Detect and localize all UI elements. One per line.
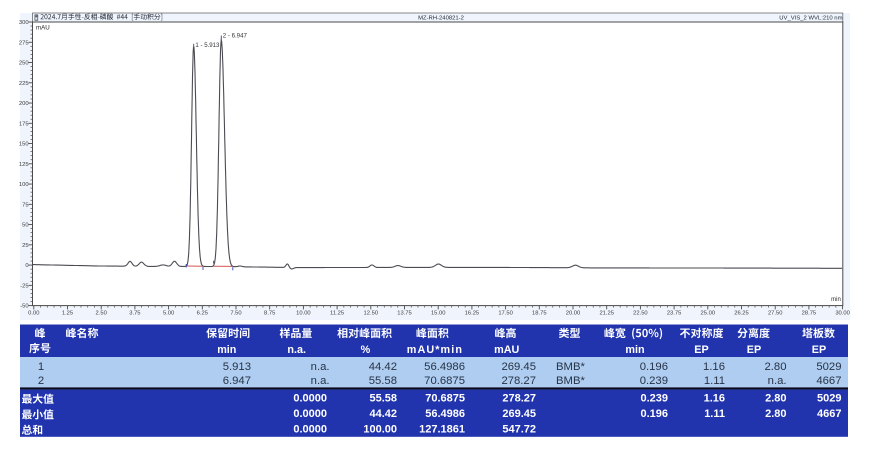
svg-text:1.11: 1.11 [704, 375, 725, 387]
svg-text:26.25: 26.25 [734, 310, 749, 316]
svg-text:22.50: 22.50 [633, 310, 648, 316]
svg-text:70.6875: 70.6875 [424, 375, 465, 387]
svg-text:mAU*min: mAU*min [407, 344, 463, 356]
svg-text:28.75: 28.75 [802, 310, 817, 316]
svg-text:n.a.: n.a. [287, 344, 306, 356]
svg-text:8.75: 8.75 [264, 310, 275, 316]
svg-text:11.25: 11.25 [330, 310, 344, 316]
svg-text:5.913: 5.913 [223, 361, 251, 373]
svg-text:175: 175 [19, 121, 29, 127]
svg-text:15.00: 15.00 [431, 310, 446, 316]
svg-text:1: 1 [38, 361, 44, 373]
svg-text:-50: -50 [20, 304, 28, 310]
svg-text:100: 100 [19, 182, 29, 188]
svg-text:278.27: 278.27 [502, 393, 536, 405]
svg-text:269.45: 269.45 [501, 361, 536, 373]
svg-text:n.a.: n.a. [768, 375, 787, 387]
svg-text:1.25: 1.25 [62, 310, 73, 316]
svg-text:0.0000: 0.0000 [293, 393, 327, 405]
svg-text:2 - 6.947: 2 - 6.947 [223, 33, 248, 40]
svg-text:1.16: 1.16 [703, 361, 725, 373]
svg-text:278.27: 278.27 [501, 375, 536, 387]
svg-text:275: 275 [19, 40, 29, 46]
svg-text:44.42: 44.42 [369, 408, 397, 420]
svg-text:0.239: 0.239 [640, 393, 668, 405]
svg-text:EP: EP [747, 344, 761, 356]
svg-text:1.16: 1.16 [704, 393, 725, 405]
svg-text:300: 300 [19, 20, 29, 26]
svg-text:25: 25 [22, 243, 28, 249]
svg-text:17.50: 17.50 [498, 310, 513, 316]
svg-text:2: 2 [38, 375, 44, 387]
svg-text:0.0000: 0.0000 [293, 424, 327, 436]
svg-text:3.75: 3.75 [129, 310, 140, 316]
svg-text:30.00: 30.00 [835, 310, 850, 316]
svg-text:16.25: 16.25 [465, 310, 480, 316]
svg-text:18.75: 18.75 [532, 310, 547, 316]
svg-text:n.a.: n.a. [311, 375, 330, 387]
svg-text:25.00: 25.00 [701, 310, 716, 316]
svg-text:MZ-RH-240821-2: MZ-RH-240821-2 [418, 15, 464, 21]
svg-text:%: % [361, 344, 371, 356]
svg-text:2.80: 2.80 [765, 408, 786, 420]
svg-text:mAU: mAU [494, 344, 519, 356]
svg-text:BMB*: BMB* [556, 375, 585, 387]
svg-text:UV_VIS_2 WVL:210 nm: UV_VIS_2 WVL:210 nm [779, 15, 842, 21]
svg-text:250: 250 [19, 61, 29, 67]
svg-text:0.00: 0.00 [28, 310, 39, 316]
svg-text:5.00: 5.00 [163, 310, 174, 316]
svg-text:44.42: 44.42 [369, 361, 397, 373]
svg-text:12.50: 12.50 [364, 310, 379, 316]
svg-text:1 - 5.913: 1 - 5.913 [195, 42, 220, 49]
svg-text:min: min [831, 297, 841, 303]
svg-text:50: 50 [22, 223, 28, 229]
svg-text:min: min [625, 344, 644, 356]
svg-text:n.a.: n.a. [311, 361, 330, 373]
svg-text:5029: 5029 [816, 361, 841, 373]
svg-text:mAU: mAU [36, 25, 50, 32]
svg-text:150: 150 [19, 142, 29, 148]
svg-text:56.4986: 56.4986 [425, 408, 465, 420]
svg-text:min: min [217, 344, 236, 356]
svg-text:BMB*: BMB* [556, 361, 585, 373]
svg-text:4667: 4667 [816, 375, 841, 387]
svg-text:6.947: 6.947 [223, 375, 251, 387]
svg-text:EP: EP [812, 344, 826, 356]
svg-text:10.00: 10.00 [296, 310, 311, 316]
svg-text:269.45: 269.45 [502, 408, 536, 420]
svg-text:2.80: 2.80 [765, 393, 786, 405]
svg-text:100.00: 100.00 [363, 424, 397, 436]
svg-text:21.25: 21.25 [599, 310, 614, 316]
svg-text:2.80: 2.80 [765, 361, 787, 373]
svg-text:20.00: 20.00 [566, 310, 581, 316]
svg-text:0.196: 0.196 [640, 408, 668, 420]
svg-text:0.196: 0.196 [640, 361, 668, 373]
svg-text:75: 75 [22, 202, 28, 208]
svg-text:5029: 5029 [817, 393, 841, 405]
svg-text:23.75: 23.75 [667, 310, 682, 316]
svg-text:-25: -25 [20, 283, 28, 289]
svg-text:225: 225 [19, 81, 29, 87]
svg-text:56.4986: 56.4986 [424, 361, 465, 373]
svg-text:547.72: 547.72 [502, 424, 536, 436]
svg-text:70.6875: 70.6875 [425, 393, 465, 405]
svg-text:EP: EP [694, 344, 708, 356]
svg-text:200: 200 [19, 101, 29, 107]
svg-text:0.239: 0.239 [640, 375, 668, 387]
svg-text:27.50: 27.50 [768, 310, 783, 316]
svg-text:4667: 4667 [817, 408, 841, 420]
svg-text:55.58: 55.58 [369, 375, 397, 387]
svg-text:7.50: 7.50 [230, 310, 241, 316]
svg-text:1.11: 1.11 [704, 408, 725, 420]
svg-text:55.58: 55.58 [369, 393, 397, 405]
svg-text:127.1861: 127.1861 [419, 424, 465, 436]
svg-text:13.75: 13.75 [397, 310, 412, 316]
svg-text:2.50: 2.50 [96, 310, 107, 316]
svg-text:6.25: 6.25 [197, 310, 208, 316]
svg-text:0: 0 [25, 263, 28, 269]
svg-text:125: 125 [19, 162, 29, 168]
svg-text:0.0000: 0.0000 [293, 408, 327, 420]
